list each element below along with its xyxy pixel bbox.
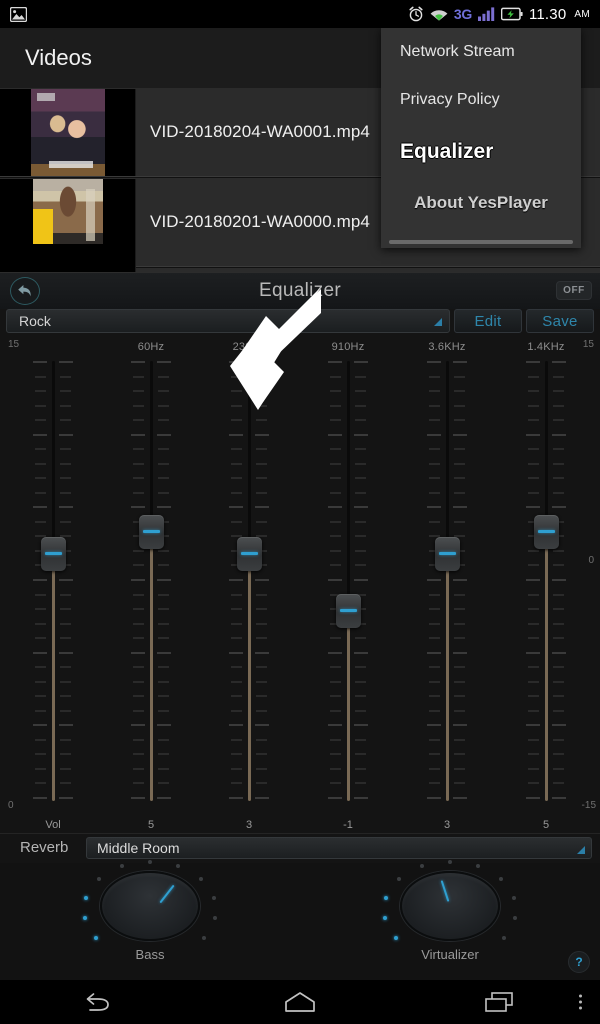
reverb-knob[interactable]: Virtualizer [380,860,520,962]
slider-value-label: 3 [443,819,451,831]
eq-slider[interactable] [526,361,566,801]
axis-right-middle-label: 0 [588,555,594,566]
reverb-label: Reverb [20,839,69,856]
menu-item-network-stream[interactable]: Network Stream [381,28,581,76]
signal-bars-icon [477,7,495,21]
knob-scale-dots [380,855,520,957]
menu-item-label: Privacy Policy [400,91,500,108]
equalizer-title: Equalizer [259,280,341,301]
knob-scale-dots [80,855,220,957]
help-button[interactable]: ? [568,951,590,973]
status-bar-notifications [0,6,27,22]
slider-thumb[interactable] [534,515,559,549]
menu-item-equalizer[interactable]: Equalizer [381,124,581,180]
eq-slider[interactable] [328,361,368,801]
slider-thumb[interactable] [336,594,361,628]
edit-button[interactable]: Edit [454,309,522,333]
slider-ticks [229,361,269,801]
axis-right-bottom-label: -15 [581,800,596,811]
video-file-name: VID-20180201-WA0000.mp4 [150,212,370,231]
clock-ampm: AM [574,8,590,20]
frequency-label: 230Hz [232,341,266,353]
equalizer-on-off-toggle[interactable]: OFF [556,281,592,300]
knob-dial[interactable] [383,860,517,941]
edit-label: Edit [474,312,502,330]
slider-thumb[interactable] [237,537,262,571]
toggle-label: OFF [563,285,585,296]
slider-thumb[interactable] [139,515,164,549]
knob-dial[interactable] [83,860,217,941]
axis-right-top-label: 15 [582,339,594,350]
eq-slider[interactable] [229,361,269,801]
image-icon [10,6,27,22]
status-bar: 3G 11.30 AM [0,0,600,28]
nav-home-icon[interactable] [200,991,400,1013]
axis-left-bottom-label: 0 [8,800,14,811]
eq-slider[interactable] [131,361,171,801]
save-button[interactable]: Save [526,309,594,333]
menu-item-privacy-policy[interactable]: Privacy Policy [381,76,581,124]
axis-left-top-label: 15 [8,339,20,350]
frequency-label: 910Hz [331,341,365,353]
equalizer-header: Equalizer OFF [0,273,600,309]
menu-item-label: Network Stream [400,43,515,60]
clock-time: 11.30 [528,5,567,23]
overflow-menu: Network Stream Privacy Policy Equalizer … [381,28,581,248]
battery-charging-icon [500,7,523,21]
reverb-value: Middle Room [97,839,180,856]
preset-dropdown[interactable]: Rock [6,309,450,333]
nav-overflow-dots-icon[interactable] [579,994,582,1010]
slider-ticks [33,361,73,801]
knob-area: Bass Virtualizer ? [0,860,600,981]
eq-slider[interactable] [427,361,467,801]
status-bar-system-icons: 3G 11.30 AM [408,6,600,23]
frequency-label: 60Hz [137,341,165,353]
reverb-knob[interactable]: Bass [80,860,220,962]
nav-recents-icon[interactable] [400,991,600,1013]
menu-item-about-yesplayer[interactable]: About YesPlayer [381,180,581,226]
frequency-label: 1.4KHz [527,341,565,353]
slider-thumb[interactable] [435,537,460,571]
alarm-clock-icon [408,6,424,22]
video-thumbnail [0,88,136,176]
video-file-name: VID-20180204-WA0001.mp4 [150,122,370,141]
slider-value-label: 5 [542,819,550,831]
save-label: Save [542,312,578,330]
slider-value-label: 5 [147,819,155,831]
android-navigation-bar [0,980,600,1024]
frequency-label: 3.6KHz [428,341,466,353]
slider-ticks [526,361,566,801]
slider-ticks [131,361,171,801]
eq-slider[interactable] [33,361,73,801]
network-type-label: 3G [453,6,472,22]
chevron-down-icon [434,318,442,326]
slider-value-label: Vol [45,819,61,831]
chevron-down-icon [577,845,585,854]
preset-row: Rock Edit Save [0,309,600,333]
slider-thumb[interactable] [41,537,66,571]
equalizer-sliders: 15 0 15 0 -15 Vol 60Hz 5 230Hz 3 910Hz -1 3.6KH… [0,333,600,833]
nav-back-icon[interactable] [0,991,200,1013]
menu-item-label: About YesPlayer [414,193,548,212]
page-title: Videos [25,45,92,70]
equalizer-panel: Equalizer OFF Rock Edit Save 15 0 15 0 -… [0,272,600,981]
preset-value: Rock [19,313,51,329]
slider-ticks [328,361,368,801]
slider-ticks [427,361,467,801]
back-arrow-icon[interactable] [10,277,40,305]
help-label: ? [575,955,583,969]
slider-value-label: -1 [343,819,353,831]
slider-value-label: 3 [245,819,253,831]
device-screen: 3G 11.30 AM Videos VID-20180204-WA0001.m… [0,0,600,1024]
menu-item-label: Equalizer [400,140,494,163]
wifi-icon [430,7,448,21]
menu-scrollbar[interactable] [389,240,573,244]
